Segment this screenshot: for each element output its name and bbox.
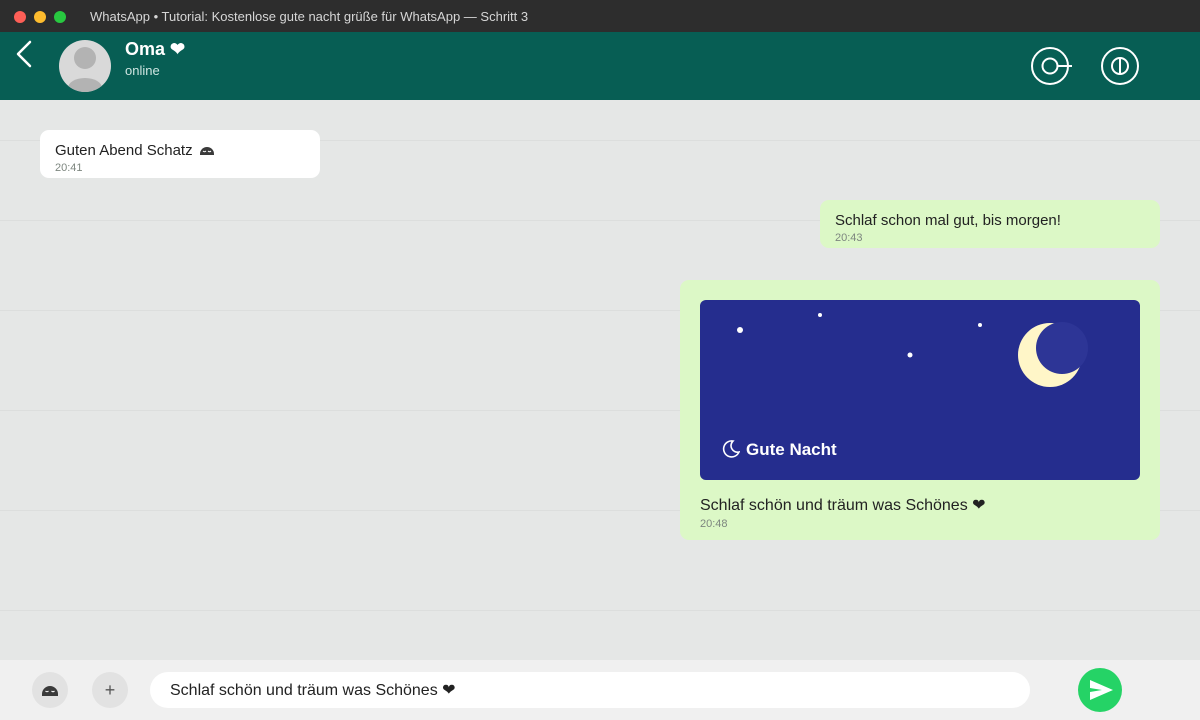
emoji-icon <box>41 681 59 704</box>
image-caption: Schlaf schön und träum was Schönes ❤ <box>700 497 986 514</box>
sleeping-emoji-icon <box>199 142 215 163</box>
composer-bar: + <box>0 660 1200 720</box>
info-icon[interactable] <box>1100 46 1140 86</box>
background-line <box>0 610 1200 611</box>
minimize-window-button[interactable] <box>34 11 46 23</box>
plus-icon: + <box>104 680 116 700</box>
star-icon <box>978 323 982 327</box>
contact-name[interactable]: Oma ❤ <box>125 39 185 60</box>
close-window-button[interactable] <box>14 11 26 23</box>
outgoing-message[interactable]: Schlaf schon mal gut, bis morgen! 20:43 <box>820 200 1160 248</box>
message-text: Schlaf schon mal gut, bis morgen! <box>835 212 1061 229</box>
image-card-label: Gute Nacht <box>746 440 837 459</box>
contact-status: online <box>125 63 160 78</box>
chat-area[interactable]: Guten Abend Schatz 20:41 Schlaf schon ma… <box>0 100 1200 660</box>
outgoing-image-message[interactable]: Gute Nacht Schlaf schön und träum was Sc… <box>680 280 1160 540</box>
message-time: 20:41 <box>55 162 83 174</box>
incoming-message[interactable]: Guten Abend Schatz 20:41 <box>40 130 320 178</box>
message-input[interactable] <box>150 672 1030 708</box>
star-icon <box>737 327 743 333</box>
window-title: WhatsApp • Tutorial: Kostenlose gute nac… <box>90 9 529 24</box>
send-button[interactable] <box>1078 668 1122 712</box>
chat-header: Oma ❤ online <box>0 32 1200 100</box>
good-night-image[interactable]: Gute Nacht <box>700 300 1140 480</box>
star-icon <box>907 352 913 358</box>
maximize-window-button[interactable] <box>54 11 66 23</box>
message-time: 20:48 <box>700 518 728 530</box>
avatar[interactable] <box>59 40 111 92</box>
attach-button[interactable]: + <box>92 672 128 708</box>
window-title-bar: WhatsApp • Tutorial: Kostenlose gute nac… <box>0 0 1200 32</box>
call-icon[interactable] <box>1030 46 1072 86</box>
emoji-button[interactable] <box>32 672 68 708</box>
crescent-moon-icon <box>722 440 741 463</box>
back-arrow-icon[interactable] <box>12 38 40 70</box>
message-time: 20:43 <box>835 232 863 244</box>
message-text: Guten Abend Schatz <box>55 142 193 159</box>
send-icon <box>1088 678 1114 707</box>
star-icon <box>818 313 822 317</box>
